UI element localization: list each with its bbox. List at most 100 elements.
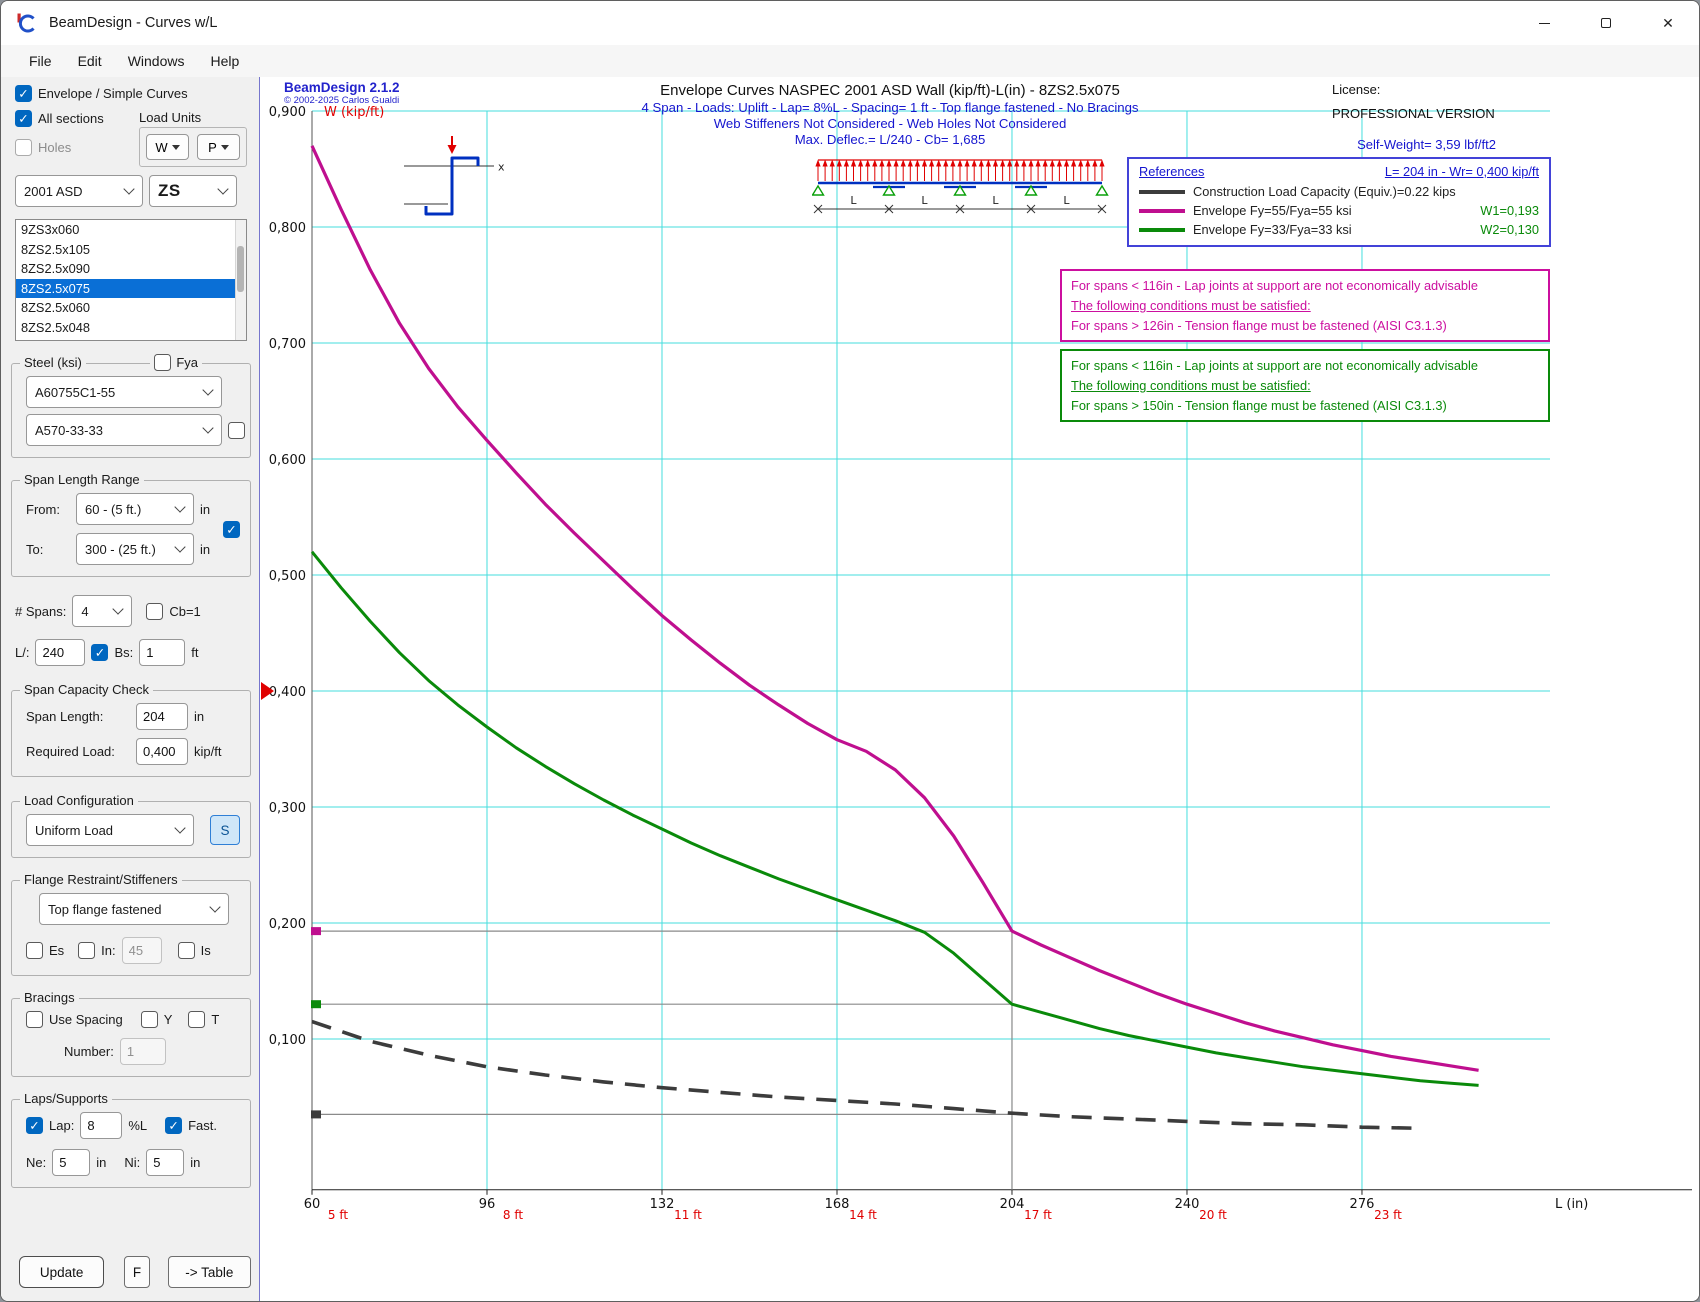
- table-button[interactable]: -> Table: [168, 1256, 251, 1288]
- svg-text:L: L: [850, 194, 857, 207]
- load-config-combo[interactable]: Uniform Load: [26, 814, 194, 846]
- steel-grade-2-checkbox[interactable]: [228, 422, 245, 439]
- list-item-section[interactable]: 8ZS2.5x105: [16, 240, 246, 260]
- s-button[interactable]: S: [210, 815, 240, 845]
- fya-checkbox[interactable]: [154, 354, 171, 371]
- maximize-button[interactable]: [1575, 1, 1637, 45]
- svg-text:17 ft: 17 ft: [1024, 1208, 1052, 1222]
- is-checkbox[interactable]: [178, 942, 195, 959]
- menu-windows[interactable]: Windows: [116, 49, 197, 73]
- legend-box: References L= 204 in - Wr= 0,400 kip/ft …: [1127, 157, 1551, 247]
- minimize-button[interactable]: [1513, 1, 1575, 45]
- load-units-p-button[interactable]: P: [197, 134, 240, 160]
- steel-label: Steel (ksi): [20, 355, 86, 370]
- legend-w2-value: W2=0,130: [1480, 222, 1539, 237]
- listbox-scrollbar[interactable]: [235, 220, 246, 340]
- fya-option: Fya: [150, 354, 202, 371]
- spans-combo[interactable]: 4: [72, 595, 132, 627]
- list-item-section[interactable]: 9ZS3x060: [16, 220, 246, 240]
- scrollbar-thumb[interactable]: [237, 246, 244, 292]
- list-item-section[interactable]: 8ZS2.5x090: [16, 259, 246, 279]
- in-checkbox[interactable]: [78, 942, 95, 959]
- bracings-group: Bracings Use Spacing Y T Number:: [11, 998, 251, 1077]
- bracing-t-checkbox[interactable]: [188, 1011, 205, 1028]
- bs-checkbox[interactable]: [91, 644, 108, 661]
- svg-text:11 ft: 11 ft: [674, 1208, 702, 1222]
- shape-type-combo[interactable]: ZS: [149, 175, 237, 207]
- span-from-combo[interactable]: 60 - (5 ft.): [76, 493, 194, 525]
- fya-label: Fya: [176, 355, 198, 370]
- window-controls: ✕: [1513, 1, 1699, 45]
- references-link[interactable]: References: [1139, 164, 1204, 179]
- f-button[interactable]: F: [124, 1256, 149, 1288]
- steel-grade-2-combo[interactable]: A570-33-33: [26, 414, 222, 446]
- flange-restraint-value: Top flange fastened: [48, 902, 161, 917]
- warning2-line2: The following conditions must be satisfi…: [1071, 376, 1539, 396]
- top-options: All sections Holes Load Units W: [1, 110, 259, 167]
- chevron-down-icon: [174, 501, 185, 512]
- close-button[interactable]: ✕: [1637, 1, 1699, 45]
- load-units-group: W P: [139, 127, 247, 167]
- all-sections-checkbox[interactable]: [15, 110, 32, 127]
- warning-box-fy33: For spans < 116in - Lap joints at suppor…: [1060, 349, 1550, 422]
- design-code-combo[interactable]: 2001 ASD: [15, 175, 143, 207]
- span-to-combo[interactable]: 300 - (25 ft.): [76, 533, 194, 565]
- window-title: BeamDesign - Curves w/L: [49, 15, 217, 31]
- svg-text:23 ft: 23 ft: [1374, 1208, 1402, 1222]
- beam-load-diagram: LLLL: [812, 153, 1112, 217]
- svg-text:0,100: 0,100: [269, 1033, 306, 1048]
- use-spacing-checkbox[interactable]: [26, 1011, 43, 1028]
- span-length-unit: in: [194, 709, 204, 724]
- main-content: Envelope / Simple Curves All sections Ho…: [1, 77, 1699, 1301]
- load-units-w-button[interactable]: W: [146, 134, 189, 160]
- bs-input[interactable]: [139, 639, 185, 666]
- bracing-number-input[interactable]: [120, 1038, 166, 1065]
- svg-text:240: 240: [1175, 1197, 1200, 1212]
- legend-w1-value: W1=0,193: [1480, 203, 1539, 218]
- warning1-line2: The following conditions must be satisfi…: [1071, 296, 1539, 316]
- ne-input[interactable]: [52, 1149, 90, 1176]
- construction-line-sample: [1139, 190, 1185, 194]
- menu-edit[interactable]: Edit: [66, 49, 114, 73]
- svg-text:168: 168: [825, 1197, 850, 1212]
- required-load-input[interactable]: [136, 738, 188, 765]
- chevron-down-icon: [174, 541, 185, 552]
- list-item-section[interactable]: 8ZS2.5x048: [16, 318, 246, 338]
- span-range-lock-checkbox[interactable]: [223, 521, 240, 538]
- menu-file[interactable]: File: [17, 49, 64, 73]
- list-item-section[interactable]: 8ZS2.5x075: [16, 279, 246, 299]
- holes-checkbox[interactable]: [15, 139, 32, 156]
- svg-text:8 ft: 8 ft: [503, 1208, 523, 1222]
- laps-supports-group: Laps/Supports Lap: %L Fast. Ne: in Ni: i…: [11, 1099, 251, 1188]
- lap-checkbox[interactable]: [26, 1117, 43, 1134]
- svg-text:96: 96: [479, 1197, 496, 1212]
- bracing-y-checkbox[interactable]: [141, 1011, 158, 1028]
- menu-help[interactable]: Help: [198, 49, 251, 73]
- es-checkbox[interactable]: [26, 942, 43, 959]
- fast-checkbox[interactable]: [165, 1117, 182, 1134]
- flange-restraint-title: Flange Restraint/Stiffeners: [20, 872, 182, 887]
- span-length-input[interactable]: [136, 703, 188, 730]
- load-configuration-title: Load Configuration: [20, 793, 138, 808]
- to-unit-label: in: [200, 542, 210, 557]
- update-button[interactable]: Update: [19, 1256, 104, 1288]
- ni-input[interactable]: [146, 1149, 184, 1176]
- svg-text:5 ft: 5 ft: [328, 1208, 348, 1222]
- z-section-sketch: x: [402, 133, 512, 225]
- laps-supports-title: Laps/Supports: [20, 1091, 112, 1106]
- svg-text:L: L: [1063, 194, 1070, 207]
- flange-restraint-combo[interactable]: Top flange fastened: [39, 893, 229, 925]
- chevron-down-icon: [174, 822, 185, 833]
- list-item-section[interactable]: 8ZS2.5x060: [16, 298, 246, 318]
- cb1-label: Cb=1: [169, 604, 200, 619]
- lap-input[interactable]: [80, 1112, 122, 1139]
- span-length-range-title: Span Length Range: [20, 472, 144, 487]
- envelope-simple-curves-checkbox[interactable]: [15, 85, 32, 102]
- load-configuration-group: Load Configuration Uniform Load S: [11, 801, 251, 858]
- deflection-input[interactable]: [35, 639, 85, 666]
- in-input[interactable]: [122, 937, 162, 964]
- steel-grade-1-combo[interactable]: A60755C1-55: [26, 376, 222, 408]
- from-unit-label: in: [200, 502, 210, 517]
- from-label: From:: [26, 502, 70, 517]
- cb1-checkbox[interactable]: [146, 603, 163, 620]
